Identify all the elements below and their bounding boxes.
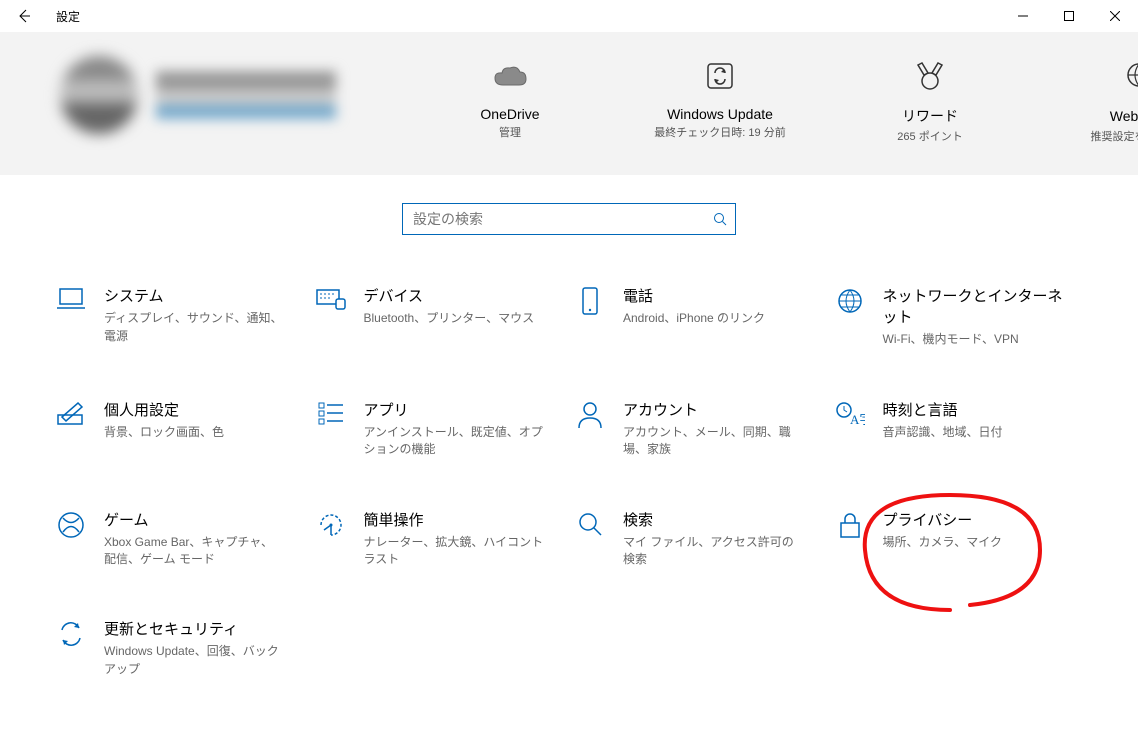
category-grid: システム ディスプレイ、サウンド、通知、電源 デバイス Bluetooth、プリ…: [0, 235, 1138, 678]
search-wrap: [0, 203, 1138, 235]
arrow-left-icon: [16, 8, 32, 24]
tile-rewards[interactable]: リワード 265 ポイント: [860, 56, 1000, 145]
settings-window: 設定 OneDrive 管理: [0, 0, 1138, 738]
category-label: 時刻と言語: [883, 399, 1003, 420]
ease-icon: [310, 509, 352, 539]
medal-icon: [916, 56, 944, 96]
category-time-language[interactable]: A字 時刻と言語 音声認識、地域、日付: [829, 399, 1089, 459]
tile-onedrive[interactable]: OneDrive 管理: [440, 56, 580, 145]
maximize-button[interactable]: [1046, 0, 1092, 32]
category-apps[interactable]: アプリ アンインストール、既定値、オプションの機能: [310, 399, 570, 459]
phone-icon: [569, 285, 611, 317]
tile-label: Windows Update: [667, 106, 773, 122]
clock-language-icon: A字: [829, 399, 871, 427]
tile-label: OneDrive: [480, 106, 539, 122]
tile-label: Web 閲覧: [1110, 106, 1138, 126]
category-label: システム: [104, 285, 284, 306]
keyboard-icon: [310, 285, 352, 311]
category-ease-of-access[interactable]: 簡単操作 ナレーター、拡大鏡、ハイコントラスト: [310, 509, 570, 569]
search-input[interactable]: [403, 211, 705, 227]
category-label: 簡単操作: [364, 509, 544, 530]
svg-text:A字: A字: [850, 412, 865, 427]
laptop-icon: [50, 285, 92, 311]
category-system[interactable]: システム ディスプレイ、サウンド、通知、電源: [50, 285, 310, 348]
category-label: ネットワークとインターネット: [883, 285, 1063, 327]
search-icon: [705, 212, 735, 226]
tile-label: リワード: [902, 106, 958, 126]
window-controls: [1000, 0, 1138, 32]
tile-desc: 最終チェック日時: 19 分前: [654, 126, 785, 141]
category-desc: アンインストール、既定値、オプションの機能: [364, 424, 544, 459]
category-update-security[interactable]: 更新とセキュリティ Windows Update、回復、バックアップ: [50, 618, 310, 678]
lock-icon: [829, 509, 871, 539]
tile-desc: 265 ポイント: [897, 130, 962, 145]
tile-desc: 管理: [499, 126, 521, 141]
category-desc: ナレーター、拡大鏡、ハイコントラスト: [364, 534, 544, 569]
sync-icon: [706, 56, 734, 96]
apps-list-icon: [310, 399, 352, 425]
category-devices[interactable]: デバイス Bluetooth、プリンター、マウス: [310, 285, 570, 348]
category-desc: Xbox Game Bar、キャプチャ、配信、ゲーム モード: [104, 534, 284, 569]
globe-icon: [829, 285, 871, 315]
category-desc: アカウント、メール、同期、職場、家族: [623, 424, 803, 459]
category-desc: ディスプレイ、サウンド、通知、電源: [104, 310, 284, 345]
maximize-icon: [1064, 11, 1074, 21]
close-icon: [1110, 11, 1120, 21]
window-title: 設定: [48, 8, 80, 25]
pen-icon: [50, 399, 92, 427]
category-desc: Android、iPhone のリンク: [623, 310, 765, 327]
category-label: アプリ: [364, 399, 544, 420]
header-area: OneDrive 管理 Windows Update 最終チェック日時: 19 …: [0, 32, 1138, 175]
category-desc: 場所、カメラ、マイク: [883, 534, 1003, 551]
close-button[interactable]: [1092, 0, 1138, 32]
category-label: ゲーム: [104, 509, 284, 530]
person-icon: [569, 399, 611, 429]
category-phone[interactable]: 電話 Android、iPhone のリンク: [569, 285, 829, 348]
sync-arrows-icon: [50, 618, 92, 648]
category-desc: Wi-Fi、機内モード、VPN: [883, 331, 1063, 348]
minimize-button[interactable]: [1000, 0, 1046, 32]
tile-desc: 推奨設定を復元する: [1091, 130, 1138, 145]
tile-windows-update[interactable]: Windows Update 最終チェック日時: 19 分前: [650, 56, 790, 145]
category-label: 検索: [623, 509, 803, 530]
category-search[interactable]: 検索 マイ ファイル、アクセス許可の検索: [569, 509, 829, 569]
cloud-icon: [493, 56, 527, 96]
category-desc: 背景、ロック画面、色: [104, 424, 224, 441]
search-box[interactable]: [402, 203, 736, 235]
minimize-icon: [1018, 11, 1028, 21]
category-privacy[interactable]: プライバシー 場所、カメラ、マイク: [829, 509, 1089, 569]
category-network[interactable]: ネットワークとインターネット Wi-Fi、機内モード、VPN: [829, 285, 1089, 348]
titlebar: 設定: [0, 0, 1138, 32]
category-label: デバイス: [364, 285, 535, 306]
category-gaming[interactable]: ゲーム Xbox Game Bar、キャプチャ、配信、ゲーム モード: [50, 509, 310, 569]
category-desc: 音声認識、地域、日付: [883, 424, 1003, 441]
category-label: プライバシー: [883, 509, 1003, 530]
category-label: 電話: [623, 285, 765, 306]
category-label: アカウント: [623, 399, 803, 420]
category-personalization[interactable]: 個人用設定 背景、ロック画面、色: [50, 399, 310, 459]
globe-badge-icon: [1125, 56, 1138, 96]
tiles-row: OneDrive 管理 Windows Update 最終チェック日時: 19 …: [440, 56, 1138, 145]
search-icon: [569, 509, 611, 537]
profile-name: [156, 71, 336, 119]
category-desc: Windows Update、回復、バックアップ: [104, 643, 284, 678]
category-desc: マイ ファイル、アクセス許可の検索: [623, 534, 803, 569]
profile-block[interactable]: [60, 56, 400, 134]
back-button[interactable]: [0, 0, 48, 32]
avatar: [60, 56, 138, 134]
category-label: 個人用設定: [104, 399, 224, 420]
category-label: 更新とセキュリティ: [104, 618, 284, 639]
category-desc: Bluetooth、プリンター、マウス: [364, 310, 535, 327]
category-accounts[interactable]: アカウント アカウント、メール、同期、職場、家族: [569, 399, 829, 459]
xbox-icon: [50, 509, 92, 539]
tile-web-browsing[interactable]: Web 閲覧 推奨設定を復元する: [1070, 56, 1138, 145]
